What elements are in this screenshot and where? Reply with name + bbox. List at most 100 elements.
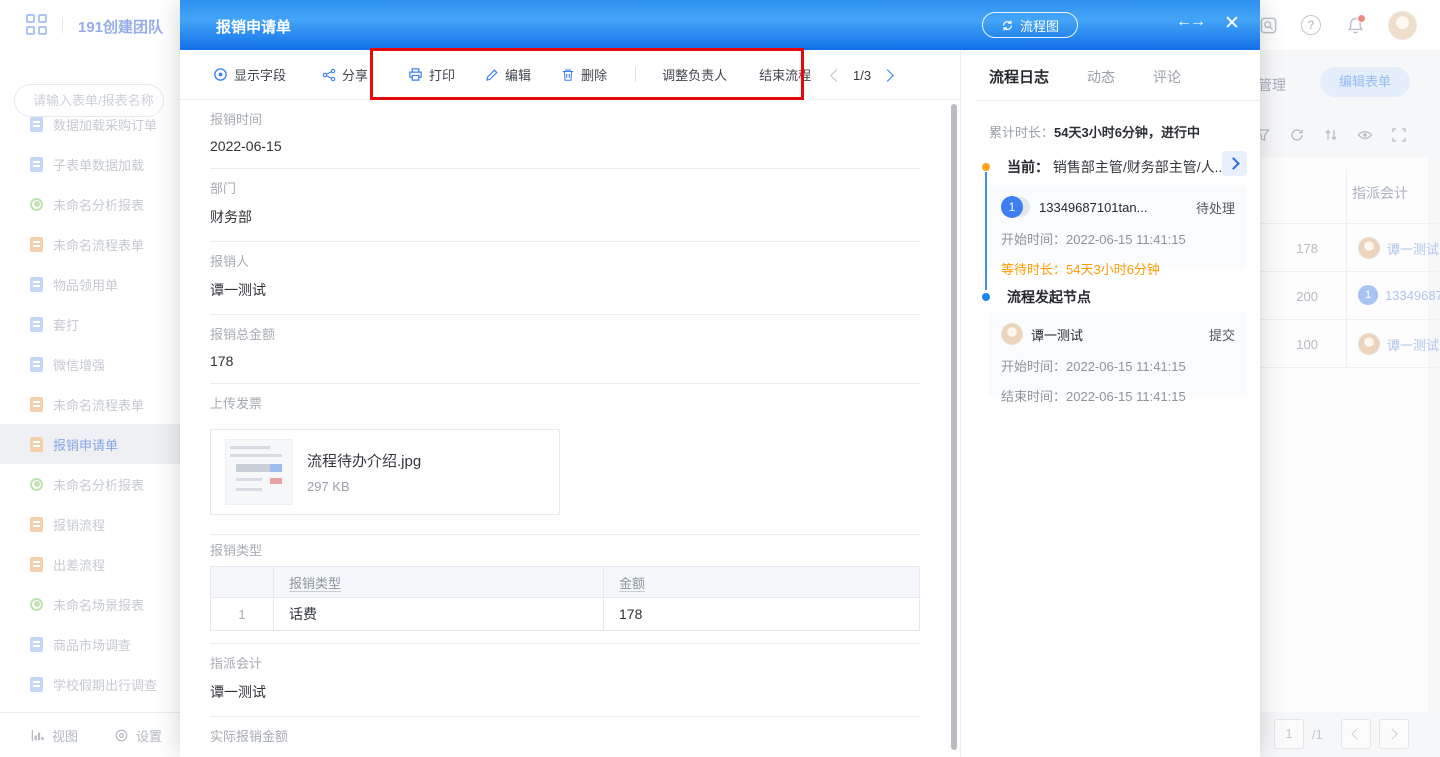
record-page-indicator: 1/3	[853, 68, 871, 83]
expand-current-node-button[interactable]	[1222, 151, 1247, 176]
status-badge: 提交	[1209, 325, 1235, 344]
page-total: /1	[1312, 727, 1323, 742]
report-icon	[30, 598, 43, 611]
field-label: 报销总金额	[210, 315, 920, 343]
form-icon	[30, 637, 43, 652]
sidebar-item[interactable]: 物品领用单	[0, 264, 180, 304]
help-icon[interactable]: ?	[1301, 15, 1321, 35]
end-time: 结束时间：2022-06-15 11:41:15	[1001, 386, 1235, 405]
subtable-header-row: 报销类型 金额	[211, 567, 919, 598]
approver-name: 13349687101tan...	[1039, 200, 1196, 215]
field-value: 谭一测试	[210, 280, 920, 300]
sidebar-item[interactable]: 未命名流程表单	[0, 224, 180, 264]
sidebar-item[interactable]: 学校假期出行调查	[0, 664, 180, 704]
process-log-panel: 流程日志 动态 评论 累计时长：54天3小时6分钟，进行中 当前： 销售部主管/…	[960, 50, 1260, 757]
bg-pagination: 1 /1	[1274, 719, 1409, 749]
refresh-icon[interactable]	[1289, 127, 1305, 143]
sidebar-item[interactable]: 微信增强	[0, 344, 180, 384]
subtable-header-amount: 金额	[619, 573, 645, 592]
team-name[interactable]: 191创建团队	[78, 16, 163, 37]
tab-process-log[interactable]: 流程日志	[989, 66, 1049, 87]
sidebar-search[interactable]	[14, 84, 164, 117]
sidebar-item[interactable]: 子表单数据加载	[0, 144, 180, 184]
wait-duration: 等待时长：54天3小时6分钟	[1001, 259, 1235, 278]
bg-cell-assignee: 谭一测试	[1358, 237, 1440, 259]
form-icon	[30, 317, 43, 332]
total-duration: 累计时长：54天3小时6分钟，进行中	[989, 122, 1200, 141]
eye-icon[interactable]	[1357, 127, 1373, 143]
search-input[interactable]	[31, 92, 155, 109]
start-node-dot	[982, 293, 990, 301]
cell-amount: 178	[619, 606, 642, 622]
attachment-thumbnail	[225, 439, 293, 505]
sidebar-item[interactable]: 报销流程	[0, 504, 180, 544]
tab-activity[interactable]: 动态	[1087, 67, 1115, 87]
bg-column-header: 指派会计	[1352, 183, 1408, 203]
next-page-button[interactable]	[1379, 719, 1409, 749]
sidebar-item[interactable]: 未命名分析报表	[0, 184, 180, 224]
field-value: 2022-06-15	[210, 138, 920, 154]
annotation-highlight-box	[370, 48, 804, 100]
record-form: 报销时间 2022-06-15 部门 财务部 报销人 谭一测试 报销总金额 17…	[180, 100, 960, 757]
flow-form-icon	[30, 397, 43, 412]
sidebar-item[interactable]: 未命名分析报表	[0, 464, 180, 504]
field-value: 178	[210, 353, 920, 369]
show-fields-button[interactable]: 显示字段	[213, 65, 286, 84]
field-label: 实际报销金额	[210, 717, 920, 745]
panel-tabs: 流程日志 动态 评论	[989, 66, 1181, 87]
sidebar-item[interactable]: 套打	[0, 304, 180, 344]
attachment-name: 流程待办介绍.jpg	[307, 450, 421, 471]
close-icon[interactable]: ✕	[1224, 12, 1240, 35]
log-entry-pending: 1 13349687101tan... 待处理 开始时间：2022-06-15 …	[989, 185, 1247, 269]
start-node: 流程发起节点	[982, 287, 1242, 307]
expand-arrows-icon[interactable]: ←→	[1176, 13, 1204, 31]
report-icon	[30, 198, 43, 211]
sidebar-item-selected[interactable]: 报销申请单	[0, 424, 180, 464]
form-icon	[30, 277, 43, 292]
record-pagination: 1/3	[832, 50, 892, 100]
scan-search-icon[interactable]	[1259, 16, 1278, 35]
flowchart-icon	[1001, 19, 1014, 32]
modal-header: 报销申请单 流程图 ←→ ✕	[180, 0, 1260, 50]
tab-comments[interactable]: 评论	[1153, 67, 1181, 87]
submitter-name: 谭一测试	[1031, 325, 1209, 344]
field-label: 报销类型	[210, 535, 920, 559]
next-record-icon[interactable]	[881, 69, 894, 82]
fullscreen-icon[interactable]	[1391, 127, 1407, 143]
prev-record-icon[interactable]	[830, 69, 843, 82]
show-fields-icon	[213, 67, 228, 82]
user-avatar[interactable]	[1388, 11, 1417, 40]
form-icon	[30, 677, 43, 692]
share-icon	[322, 68, 336, 82]
views-toggle[interactable]: 视图	[30, 726, 78, 745]
bg-cell-assignee: 谭一测试	[1358, 333, 1440, 355]
field-value: 谭一测试	[210, 682, 920, 702]
attachment-card[interactable]: 流程待办介绍.jpg 297 KB	[210, 429, 560, 515]
prev-page-button[interactable]	[1341, 719, 1371, 749]
assignee-avatar	[1358, 237, 1380, 259]
settings-button[interactable]: 设置	[114, 726, 162, 745]
bg-toolbar-icons	[1255, 127, 1407, 143]
flowchart-button[interactable]: 流程图	[982, 12, 1078, 38]
form-icon	[30, 117, 43, 132]
page-number-box[interactable]: 1	[1274, 719, 1304, 749]
edit-form-button[interactable]: 编辑表单	[1320, 67, 1410, 97]
field-label: 报销人	[210, 242, 920, 270]
sort-icon[interactable]	[1323, 127, 1339, 143]
app-grid-icon[interactable]	[26, 14, 48, 36]
sidebar: 数据加载采购订单 子表单数据加载 未命名分析报表 未命名流程表单 物品领用单 套…	[0, 50, 180, 757]
sidebar-item[interactable]: 出差流程	[0, 544, 180, 584]
log-entry-submitted: 谭一测试 提交 开始时间：2022-06-15 11:41:15 结束时间：20…	[989, 312, 1247, 396]
sidebar-item[interactable]: 未命名场景报表	[0, 584, 180, 624]
sidebar-item[interactable]: 未命名流程表单	[0, 384, 180, 424]
attachment-size: 297 KB	[307, 479, 421, 494]
share-button[interactable]: 分享	[322, 65, 368, 84]
status-badge: 待处理	[1196, 198, 1235, 217]
content-scrollbar[interactable]	[951, 104, 957, 750]
assignee-badge-avatar: 1	[1358, 285, 1378, 305]
current-node: 当前： 销售部主管/财务部主管/人...	[982, 157, 1242, 177]
flow-form-icon	[30, 237, 43, 252]
sidebar-item[interactable]: 商品市场调查	[0, 624, 180, 664]
subtable-row: 1 话费 178	[211, 598, 919, 631]
notification-dot	[1357, 14, 1366, 23]
